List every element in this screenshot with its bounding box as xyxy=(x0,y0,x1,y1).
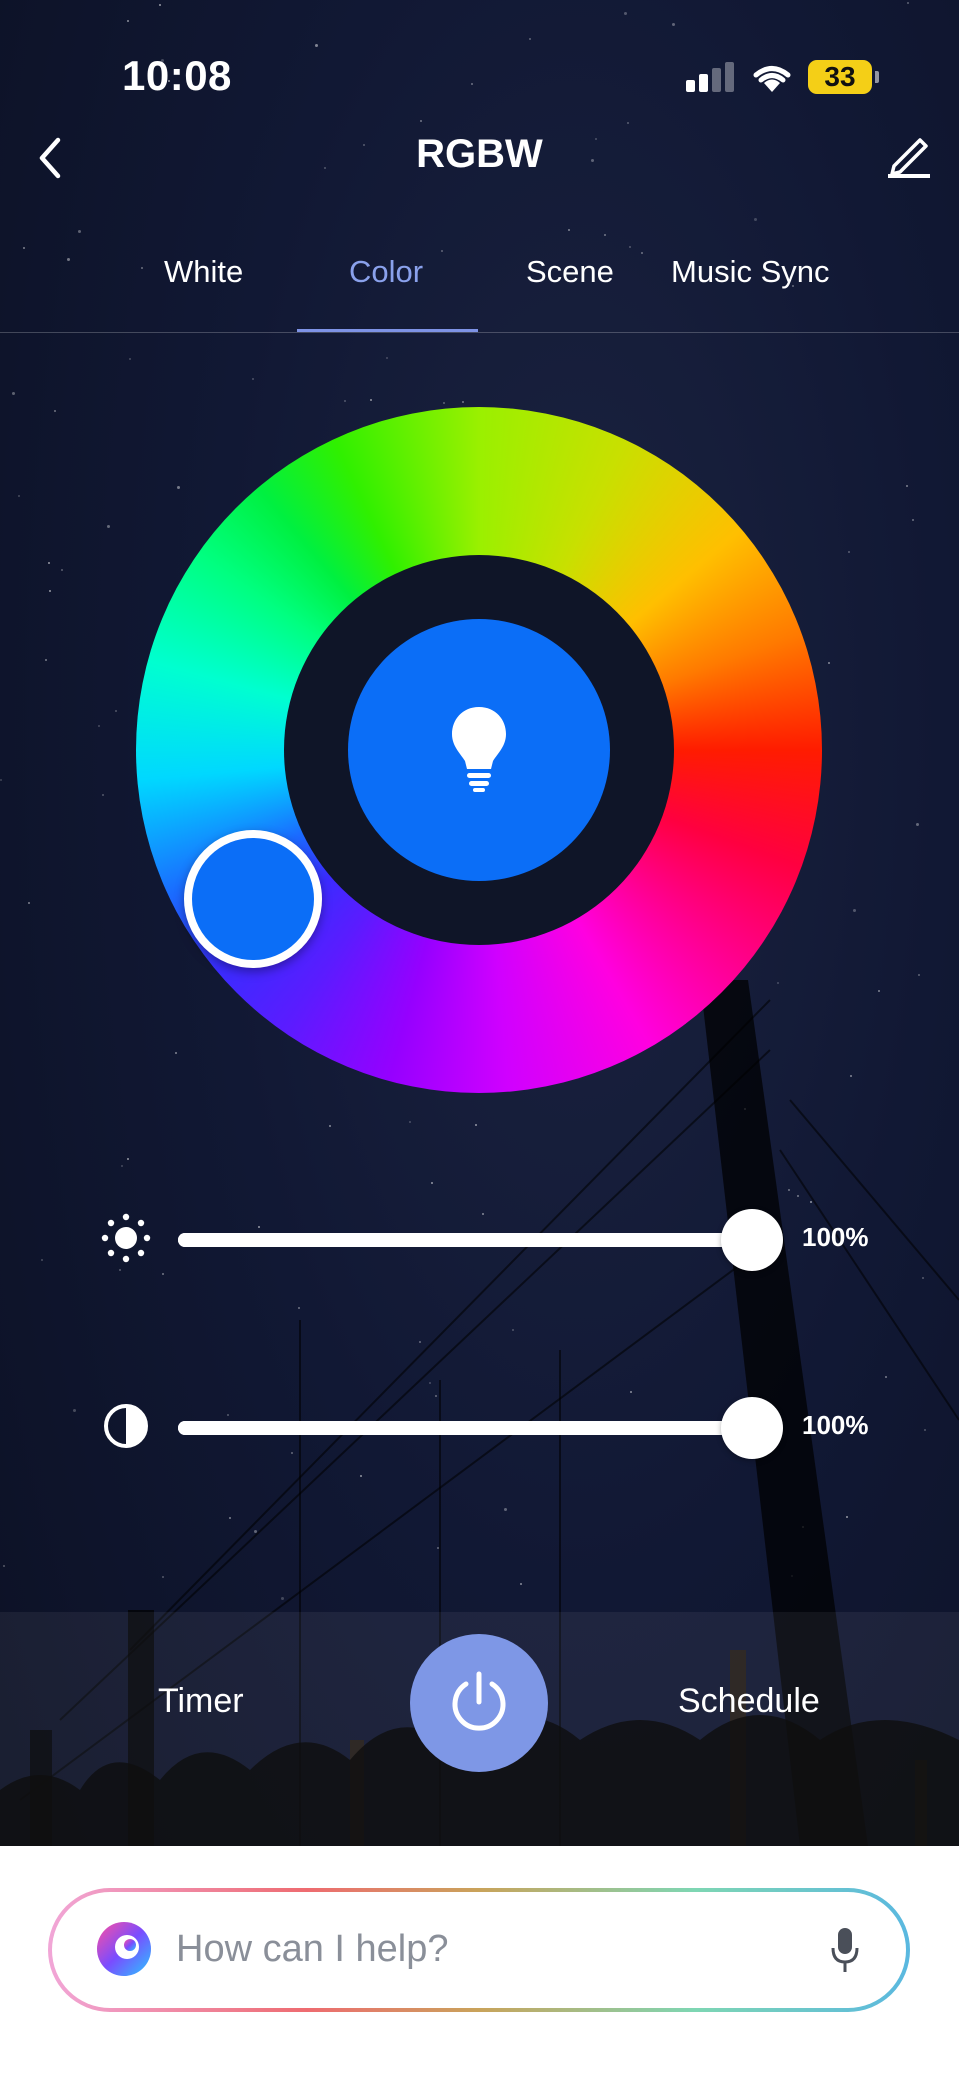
tab-music-sync[interactable]: Music Sync xyxy=(671,254,829,290)
cellular-signal-icon xyxy=(686,62,734,92)
tab-white[interactable]: White xyxy=(164,254,243,290)
sun-icon xyxy=(101,1213,151,1263)
timer-button[interactable]: Timer xyxy=(158,1682,244,1721)
assistant-input-inner: How can I help? xyxy=(52,1892,906,2008)
power-icon xyxy=(452,1671,506,1731)
saturation-track[interactable] xyxy=(178,1397,783,1459)
lightbulb-icon xyxy=(452,707,506,792)
status-bar: 10:08 33 xyxy=(0,0,959,130)
tab-scene[interactable]: Scene xyxy=(526,254,614,290)
tab-divider xyxy=(0,332,959,333)
assistant-logo-icon xyxy=(97,1922,151,1976)
tab-color[interactable]: Color xyxy=(349,254,423,290)
saturation-thumb[interactable] xyxy=(721,1397,783,1459)
brightness-value: 100% xyxy=(802,1222,869,1252)
pencil-icon[interactable] xyxy=(884,130,934,180)
brightness-thumb[interactable] xyxy=(721,1209,783,1271)
wifi-icon xyxy=(753,66,791,92)
status-time: 10:08 xyxy=(122,52,232,99)
contrast-icon xyxy=(104,1404,148,1448)
power-button[interactable] xyxy=(410,1634,548,1772)
mode-tabs: White Color Scene Music Sync xyxy=(0,240,959,334)
action-bar: Timer Schedule xyxy=(0,1612,959,1846)
color-picker-handle[interactable] xyxy=(184,830,322,968)
battery-indicator: 33 xyxy=(808,60,879,94)
saturation-fill xyxy=(178,1421,752,1435)
brightness-slider-row: 100% xyxy=(0,1202,959,1272)
brightness-fill xyxy=(178,1233,752,1247)
light-control-screen: 10:08 33 RGBW White Color Scene Music Sy… xyxy=(0,0,959,2085)
saturation-value: 100% xyxy=(802,1410,869,1440)
assistant-placeholder: How can I help? xyxy=(176,1928,449,1970)
assistant-input[interactable]: How can I help? xyxy=(48,1888,910,2012)
microphone-icon[interactable] xyxy=(828,1924,862,1976)
brightness-track[interactable] xyxy=(178,1209,783,1271)
page-title: RGBW xyxy=(416,132,543,176)
saturation-slider-row: 100% xyxy=(0,1390,959,1460)
schedule-button[interactable]: Schedule xyxy=(678,1682,820,1721)
assistant-area: How can I help? xyxy=(0,1846,959,2085)
